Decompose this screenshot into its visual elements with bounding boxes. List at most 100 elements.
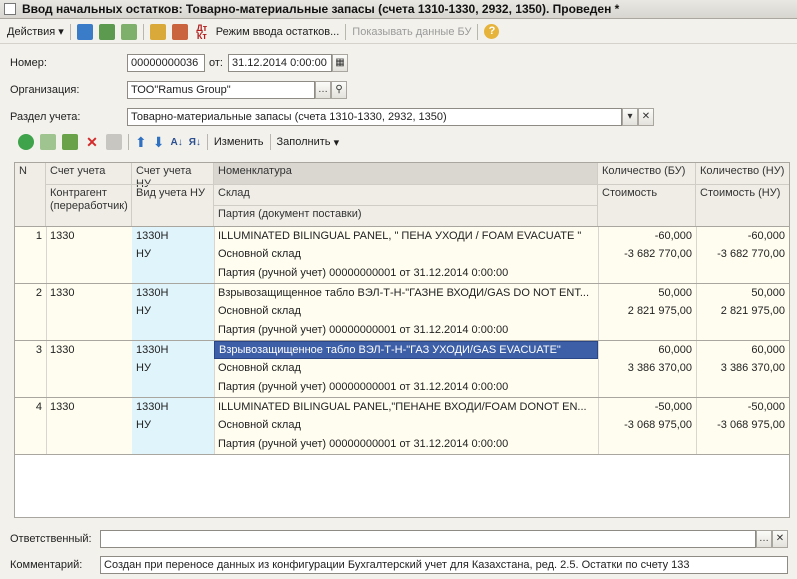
column-header-qty-bu[interactable]: Количество (БУ) xyxy=(598,163,696,184)
cost-nu-cell[interactable]: 2 821 975,00 xyxy=(696,302,789,320)
responsible-clear-button[interactable]: ✕ xyxy=(772,530,788,548)
table-row[interactable]: 2 1330 1330Н НУ Взрывозащищенное табло В… xyxy=(15,284,789,341)
fill-menu[interactable]: Заполнить ▾ xyxy=(274,132,343,152)
type-nu-cell[interactable]: НУ xyxy=(132,416,214,434)
column-header-cost-bu[interactable]: Стоимость xyxy=(598,184,696,226)
type-nu-cell[interactable]: НУ xyxy=(132,245,214,263)
column-header-warehouse[interactable]: Склад xyxy=(214,184,598,205)
responsible-label: Ответственный: xyxy=(10,533,92,545)
type-nu-cell[interactable]: НУ xyxy=(132,359,214,377)
post-button[interactable] xyxy=(147,22,169,42)
column-header-cost-nu[interactable]: Стоимость (НУ) xyxy=(696,184,789,226)
column-header-nomenclature[interactable]: Номенклатура xyxy=(214,163,598,184)
actions-menu[interactable]: Действия ▾ xyxy=(4,22,67,42)
comment-label: Комментарий: xyxy=(10,559,83,571)
mode-button[interactable]: Режим ввода остатков... xyxy=(213,22,343,42)
unpost-button[interactable] xyxy=(169,22,191,42)
column-header-contractor[interactable]: Контрагент (переработчик) xyxy=(46,184,132,226)
column-header-n[interactable]: N xyxy=(15,163,46,226)
date-field[interactable]: 31.12.2014 0:00:00 xyxy=(228,54,332,72)
post-and-close-button[interactable] xyxy=(74,22,96,42)
toolbar-divider xyxy=(269,134,271,150)
column-header-batch[interactable]: Партия (документ поставки) xyxy=(214,205,598,226)
account-nu-cell[interactable]: 1330Н xyxy=(132,227,214,245)
account-nu-cell[interactable]: 1330Н xyxy=(132,284,214,302)
organization-open-button[interactable]: ⚲ xyxy=(331,81,347,99)
sort-desc-button[interactable]: Я↓ xyxy=(186,132,204,152)
cost-nu-cell[interactable]: -3 068 975,00 xyxy=(696,416,789,434)
qty-nu-cell[interactable]: -60,000 xyxy=(696,227,789,245)
move-up-button[interactable]: ⬆ xyxy=(132,132,150,152)
table-row[interactable]: 1 1330 1330Н НУ ILLUMINATED BILINGUAL PA… xyxy=(15,227,789,284)
nomenclature-cell[interactable]: Взрывозащищенное табло ВЭЛ-Т-Н-"ГАЗНЕ ВХ… xyxy=(214,284,598,302)
help-button[interactable]: ? xyxy=(481,22,502,42)
account-cell[interactable]: 1330 xyxy=(46,398,132,416)
table-row[interactable]: 3 1330 1330Н НУ Взрывозащищенное табло В… xyxy=(15,341,789,398)
comment-field[interactable]: Создан при переносе данных из конфигурац… xyxy=(100,556,788,574)
clear-icon: ✕ xyxy=(775,533,785,544)
qty-nu-cell[interactable]: 50,000 xyxy=(696,284,789,302)
number-field[interactable]: 00000000036 xyxy=(127,54,205,72)
batch-cell[interactable]: Партия (ручной учет) 00000000001 от 31.1… xyxy=(214,264,598,282)
help-icon: ? xyxy=(484,24,500,39)
row-number: 3 xyxy=(35,344,42,356)
copy-icon xyxy=(40,134,56,150)
table-row[interactable]: 4 1330 1330Н НУ ILLUMINATED BILINGUAL PA… xyxy=(15,398,789,455)
organization-select-button[interactable]: … xyxy=(315,81,331,99)
end-edit-button[interactable] xyxy=(103,132,125,152)
responsible-field[interactable] xyxy=(100,530,756,548)
account-nu-cell[interactable]: 1330Н xyxy=(132,341,214,359)
cost-nu-cell[interactable]: 3 386 370,00 xyxy=(696,359,789,377)
nomenclature-cell[interactable]: ILLUMINATED BILINGUAL PANEL, " ПЕНА УХОД… xyxy=(214,227,598,245)
cost-nu-cell[interactable]: -3 682 770,00 xyxy=(696,245,789,263)
sort-asc-button[interactable]: A↓ xyxy=(167,132,185,152)
warehouse-cell[interactable]: Основной склад xyxy=(214,302,598,320)
qty-nu-cell[interactable]: 60,000 xyxy=(696,341,789,359)
qty-bu-cell[interactable]: 50,000 xyxy=(598,284,696,302)
warehouse-cell[interactable]: Основной склад xyxy=(214,245,598,263)
column-header-account-nu[interactable]: Счет учета НУ xyxy=(132,163,214,190)
dt-kt-button[interactable]: Дт Кт xyxy=(191,22,213,42)
show-bu-button[interactable]: Показывать данные БУ xyxy=(349,22,474,42)
nomenclature-cell-selected[interactable]: Взрывозащищенное табло ВЭЛ-Т-Н-"ГАЗ УХОД… xyxy=(214,341,598,359)
cost-bu-cell[interactable]: -3 068 975,00 xyxy=(598,416,696,434)
column-header-account[interactable]: Счет учета xyxy=(46,163,132,184)
account-cell[interactable]: 1330 xyxy=(46,284,132,302)
responsible-select-button[interactable]: … xyxy=(756,530,772,548)
organization-field[interactable]: ТОО"Ramus Group" xyxy=(127,81,315,99)
calendar-button[interactable]: ▦ xyxy=(332,54,348,72)
warehouse-cell[interactable]: Основной склад xyxy=(214,359,598,377)
cost-bu-cell[interactable]: 3 386 370,00 xyxy=(598,359,696,377)
change-button[interactable]: Изменить xyxy=(211,132,267,152)
warehouse-cell[interactable]: Основной склад xyxy=(214,416,598,434)
nomenclature-cell[interactable]: ILLUMINATED BILINGUAL PANEL,"ПЕНАНЕ ВХОД… xyxy=(214,398,598,416)
batch-cell[interactable]: Партия (ручной учет) 00000000001 от 31.1… xyxy=(214,378,598,396)
arrow-up-icon: ⬆ xyxy=(135,133,147,150)
delete-row-button[interactable]: ✕ xyxy=(81,132,103,152)
column-header-qty-nu[interactable]: Количество (НУ) xyxy=(696,163,789,184)
ellipsis-icon: … xyxy=(759,533,769,544)
refresh-button[interactable] xyxy=(118,22,140,42)
section-field[interactable]: Товарно-материальные запасы (счета 1310-… xyxy=(127,108,622,126)
goods-table[interactable]: N Счет учета Контрагент (переработчик) С… xyxy=(14,162,790,518)
save-button[interactable] xyxy=(96,22,118,42)
qty-nu-cell[interactable]: -50,000 xyxy=(696,398,789,416)
edit-row-button[interactable] xyxy=(59,132,81,152)
copy-row-button[interactable] xyxy=(37,132,59,152)
account-nu-cell[interactable]: 1330Н xyxy=(132,398,214,416)
cost-bu-cell[interactable]: 2 821 975,00 xyxy=(598,302,696,320)
qty-bu-cell[interactable]: -50,000 xyxy=(598,398,696,416)
qty-bu-cell[interactable]: 60,000 xyxy=(598,341,696,359)
section-clear-button[interactable]: ✕ xyxy=(638,108,654,126)
column-header-type-nu[interactable]: Вид учета НУ xyxy=(132,184,214,226)
type-nu-cell[interactable]: НУ xyxy=(132,302,214,320)
section-dropdown-button[interactable]: ▾ xyxy=(622,108,638,126)
qty-bu-cell[interactable]: -60,000 xyxy=(598,227,696,245)
add-row-button[interactable] xyxy=(15,132,37,152)
account-cell[interactable]: 1330 xyxy=(46,227,132,245)
move-down-button[interactable]: ⬇ xyxy=(150,132,168,152)
batch-cell[interactable]: Партия (ручной учет) 00000000001 от 31.1… xyxy=(214,321,598,339)
account-cell[interactable]: 1330 xyxy=(46,341,132,359)
cost-bu-cell[interactable]: -3 682 770,00 xyxy=(598,245,696,263)
batch-cell[interactable]: Партия (ручной учет) 00000000001 от 31.1… xyxy=(214,435,598,453)
